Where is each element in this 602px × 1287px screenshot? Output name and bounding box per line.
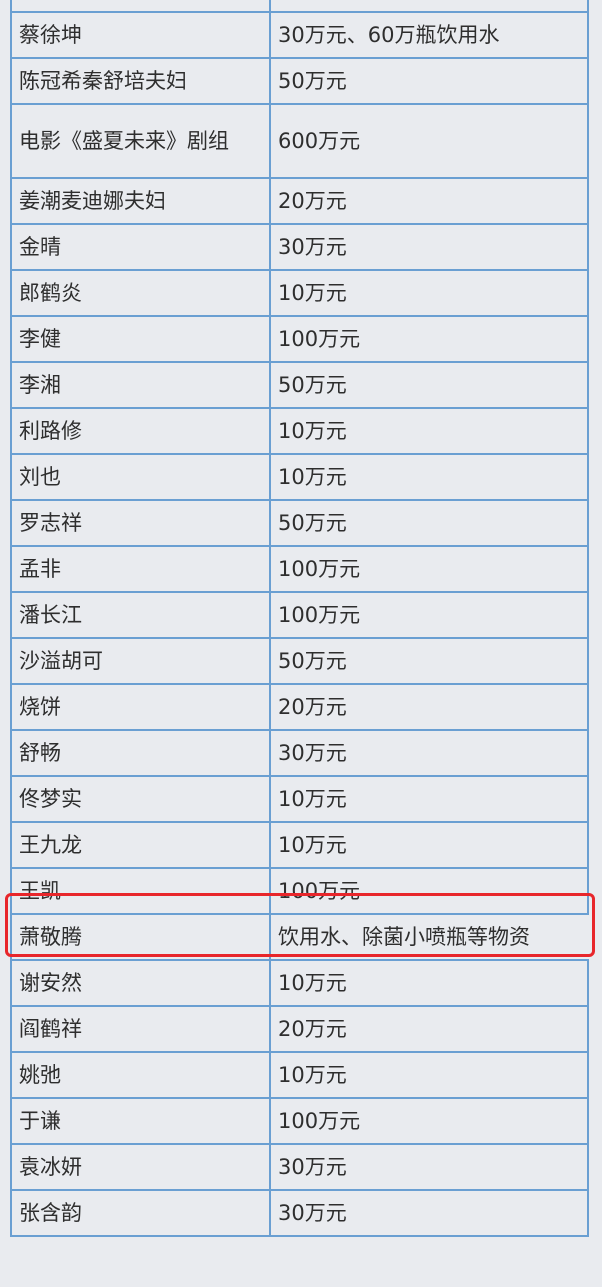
table-row: 金晴 30万元 [10, 223, 589, 271]
table-row: 利路修 10万元 [10, 407, 589, 455]
donation-amount: 50万元 [269, 499, 589, 547]
donor-name: 佟梦实 [10, 775, 271, 823]
table-row: 舒畅 30万元 [10, 729, 589, 777]
donation-amount: 100万元 [269, 1097, 589, 1145]
donor-name: 罗志祥 [10, 499, 271, 547]
table-row: 李健 100万元 [10, 315, 589, 363]
donation-table: 蔡徐坤 30万元、60万瓶饮用水 陈冠希秦舒培夫妇 50万元 电影《盛夏未来》剧组 600… [10, 0, 589, 1237]
table-row: 潘长江 100万元 [10, 591, 589, 639]
table-row: 李湘 50万元 [10, 361, 589, 409]
donation-amount: 10万元 [269, 1051, 589, 1099]
donor-name: 沙溢胡可 [10, 637, 271, 685]
donation-amount: 30万元 [269, 729, 589, 777]
table-row: 罗志祥 50万元 [10, 499, 589, 547]
donation-amount: 600万元 [269, 103, 589, 179]
donation-amount: 10万元 [269, 453, 589, 501]
donor-name [10, 0, 271, 13]
donor-name: 谢安然 [10, 959, 271, 1007]
donor-name: 潘长江 [10, 591, 271, 639]
table-row: 谢安然 10万元 [10, 959, 589, 1007]
table-row: 蔡徐坤 30万元、60万瓶饮用水 [10, 11, 589, 59]
donation-amount: 10万元 [269, 775, 589, 823]
donation-amount: 20万元 [269, 177, 589, 225]
donation-amount [269, 0, 589, 13]
table-row: 阎鹤祥 20万元 [10, 1005, 589, 1053]
table-row: 沙溢胡可 50万元 [10, 637, 589, 685]
donor-name: 李健 [10, 315, 271, 363]
donor-name: 张含韵 [10, 1189, 271, 1237]
donation-amount: 100万元 [269, 315, 589, 363]
table-row: 姜潮麦迪娜夫妇 20万元 [10, 177, 589, 225]
donation-amount: 50万元 [269, 57, 589, 105]
donation-amount: 10万元 [269, 959, 589, 1007]
donation-amount: 100万元 [269, 591, 589, 639]
donation-amount: 30万元 [269, 1189, 589, 1237]
donor-name: 舒畅 [10, 729, 271, 777]
donation-amount: 50万元 [269, 637, 589, 685]
donation-amount: 20万元 [269, 1005, 589, 1053]
donor-name: 利路修 [10, 407, 271, 455]
donor-name: 姜潮麦迪娜夫妇 [10, 177, 271, 225]
table-row: 电影《盛夏未来》剧组 600万元 [10, 103, 589, 179]
table-row: 于谦 100万元 [10, 1097, 589, 1145]
donation-amount: 10万元 [269, 821, 589, 869]
table-row: 刘也 10万元 [10, 453, 589, 501]
table-row: 烧饼 20万元 [10, 683, 589, 731]
donation-amount: 30万元 [269, 223, 589, 271]
table-row: 张含韵 30万元 [10, 1189, 589, 1237]
donor-name: 袁冰妍 [10, 1143, 271, 1191]
donor-name: 李湘 [10, 361, 271, 409]
donation-amount: 10万元 [269, 407, 589, 455]
highlight-box [5, 893, 595, 957]
donation-amount: 100万元 [269, 545, 589, 593]
donor-name: 王九龙 [10, 821, 271, 869]
donation-amount: 20万元 [269, 683, 589, 731]
table-row: 孟非 100万元 [10, 545, 589, 593]
table-row [10, 0, 589, 13]
donor-name: 于谦 [10, 1097, 271, 1145]
donor-name: 阎鹤祥 [10, 1005, 271, 1053]
donation-amount: 10万元 [269, 269, 589, 317]
table-row: 郎鹤炎 10万元 [10, 269, 589, 317]
donor-name: 电影《盛夏未来》剧组 [10, 103, 271, 179]
table-row: 佟梦实 10万元 [10, 775, 589, 823]
donor-name: 蔡徐坤 [10, 11, 271, 59]
donation-amount: 50万元 [269, 361, 589, 409]
donor-name: 陈冠希秦舒培夫妇 [10, 57, 271, 105]
donor-name: 姚弛 [10, 1051, 271, 1099]
table-row: 袁冰妍 30万元 [10, 1143, 589, 1191]
donation-amount: 30万元、60万瓶饮用水 [269, 11, 589, 59]
table-row: 陈冠希秦舒培夫妇 50万元 [10, 57, 589, 105]
donor-name: 郎鹤炎 [10, 269, 271, 317]
donor-name: 孟非 [10, 545, 271, 593]
donor-name: 金晴 [10, 223, 271, 271]
table-row: 王九龙 10万元 [10, 821, 589, 869]
donor-name: 刘也 [10, 453, 271, 501]
table-row: 姚弛 10万元 [10, 1051, 589, 1099]
donation-amount: 30万元 [269, 1143, 589, 1191]
donor-name: 烧饼 [10, 683, 271, 731]
